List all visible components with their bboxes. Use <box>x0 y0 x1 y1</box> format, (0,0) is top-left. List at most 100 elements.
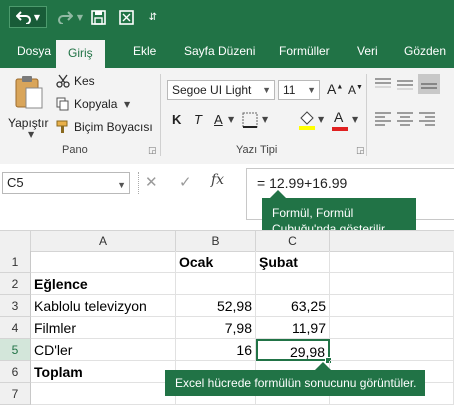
row-header[interactable]: 1 <box>0 251 31 273</box>
row-header[interactable]: 6 <box>0 361 31 383</box>
insert-function-button[interactable]: fx <box>211 172 224 188</box>
cell-d3[interactable] <box>330 295 454 317</box>
cell-a4[interactable]: Filmler <box>31 317 176 339</box>
align-right-button[interactable] <box>418 110 436 130</box>
redo-dropdown-icon[interactable]: ▼ <box>76 6 84 28</box>
align-middle-button[interactable] <box>396 76 414 96</box>
cell-b1[interactable]: Ocak <box>176 251 256 273</box>
name-box-splitter[interactable] <box>138 172 139 194</box>
cell-b4[interactable]: 7,98 <box>176 317 256 339</box>
font-color-letter: A <box>334 109 344 125</box>
font-color-dropdown-icon[interactable]: ▼ <box>352 115 358 124</box>
brush-icon <box>56 120 68 133</box>
tab-data[interactable]: Veri <box>357 42 378 68</box>
cell-c5-selected[interactable]: 29,98 <box>256 339 330 361</box>
clipboard-launcher-icon[interactable]: ◲ <box>148 146 157 156</box>
cell-c1[interactable]: Şubat <box>256 251 330 273</box>
copy-button[interactable]: Kopyala ▼ <box>56 95 136 113</box>
font-launcher-icon[interactable]: ◲ <box>356 146 365 156</box>
font-color-button[interactable]: A <box>332 109 348 131</box>
copy-icon <box>56 97 69 111</box>
tab-review[interactable]: Gözden <box>404 42 446 68</box>
tooltip-line-1: Formül, Formül <box>272 206 354 220</box>
underline-button[interactable]: A <box>214 112 223 127</box>
cell-b2[interactable] <box>176 273 256 295</box>
enter-icon[interactable]: ✓ <box>179 173 192 191</box>
underline-dropdown-icon[interactable]: ▼ <box>228 115 234 124</box>
cell-a2[interactable]: Eğlence <box>31 273 176 295</box>
cell-b5[interactable]: 16 <box>176 339 256 361</box>
paste-dropdown-icon[interactable]: ▼ <box>28 130 34 139</box>
align-bottom-icon <box>421 83 437 89</box>
select-all-button[interactable] <box>0 231 31 251</box>
cut-label: Kes <box>74 74 95 88</box>
fill-color-dropdown-icon[interactable]: ▼ <box>318 115 324 124</box>
bold-button[interactable]: K <box>172 112 181 127</box>
cell-b3[interactable]: 52,98 <box>176 295 256 317</box>
column-header-a[interactable]: A <box>31 231 176 251</box>
save-icon <box>90 9 106 25</box>
cell-a7[interactable] <box>31 383 176 405</box>
row-header[interactable]: 4 <box>0 317 31 339</box>
redo-icon <box>58 11 73 24</box>
name-box-value: C5 <box>7 175 24 190</box>
cell-d4[interactable] <box>330 317 454 339</box>
align-center-button[interactable] <box>396 110 414 130</box>
redo-button[interactable] <box>54 6 76 28</box>
paste-button[interactable] <box>12 74 48 114</box>
cell-c2[interactable] <box>256 273 330 295</box>
tab-formulas[interactable]: Formüller <box>279 42 330 68</box>
cell-a5[interactable]: CD'ler <box>31 339 176 361</box>
cell-a3[interactable]: Kablolu televizyon <box>31 295 176 317</box>
paste-icon <box>15 76 43 109</box>
clipboard-group-label: Pano <box>62 144 88 156</box>
cell-d5[interactable] <box>330 339 454 361</box>
decrease-font-button[interactable]: A▼ <box>348 83 363 97</box>
customize-qat-button[interactable]: ⇵ <box>146 6 160 28</box>
tab-home[interactable]: Giriş <box>56 40 105 68</box>
formula-text: = 12.99+16.99 <box>257 175 348 191</box>
cell-d2[interactable] <box>330 273 454 295</box>
borders-dropdown-icon[interactable]: ▼ <box>262 115 268 124</box>
align-center-icon <box>397 112 413 126</box>
tab-page-layout[interactable]: Sayfa Düzeni <box>184 42 255 68</box>
font-size-combo[interactable]: 11 ▼ <box>278 80 320 100</box>
cell-c3[interactable]: 63,25 <box>256 295 330 317</box>
copy-dropdown-icon[interactable]: ▼ <box>124 100 130 109</box>
cell-a6[interactable]: Toplam <box>31 361 176 383</box>
row-header[interactable]: 5 <box>0 339 31 361</box>
paste-label[interactable]: Yapıştır <box>8 116 48 130</box>
column-header-c[interactable]: C <box>256 231 330 251</box>
font-color-swatch <box>332 127 348 131</box>
row-header[interactable]: 3 <box>0 295 31 317</box>
align-left-button[interactable] <box>374 110 392 130</box>
fill-color-button[interactable] <box>298 110 316 134</box>
increase-font-button[interactable]: A▲ <box>327 81 343 97</box>
column-header-b[interactable]: B <box>176 231 256 251</box>
cell-c4[interactable]: 11,97 <box>256 317 330 339</box>
font-name-combo[interactable]: Segoe UI Light ▼ <box>167 80 275 100</box>
undo-icon <box>15 11 31 24</box>
borders-button[interactable] <box>242 112 258 132</box>
undo-dropdown-icon[interactable]: ▼ <box>34 13 40 22</box>
cell-result-tooltip: Excel hücrede formülün sonucunu görüntül… <box>165 362 425 396</box>
cell-d1[interactable] <box>330 251 454 273</box>
cancel-icon[interactable]: ✕ <box>145 173 158 191</box>
align-bottom-button[interactable] <box>418 74 440 94</box>
tab-insert[interactable]: Ekle <box>133 42 156 68</box>
align-middle-icon <box>397 80 413 90</box>
cell-a1[interactable] <box>31 251 176 273</box>
row-header[interactable]: 7 <box>0 383 31 405</box>
undo-button[interactable]: ▼ <box>9 6 47 28</box>
tab-file[interactable]: Dosya <box>17 42 51 68</box>
italic-button[interactable]: T <box>194 112 202 127</box>
format-painter-button[interactable]: Biçim Boyacısı <box>56 118 156 136</box>
font-size-value: 11 <box>283 83 296 97</box>
ribbon-tabs: Dosya Giriş Ekle Sayfa Düzeni Formüller … <box>0 34 454 68</box>
row-header[interactable]: 2 <box>0 273 31 295</box>
align-right-icon <box>419 112 435 126</box>
align-top-button[interactable] <box>374 76 392 96</box>
name-box[interactable]: C5 ▼ <box>2 172 130 194</box>
save-button[interactable] <box>88 6 108 28</box>
touch-mode-button[interactable] <box>116 6 136 28</box>
